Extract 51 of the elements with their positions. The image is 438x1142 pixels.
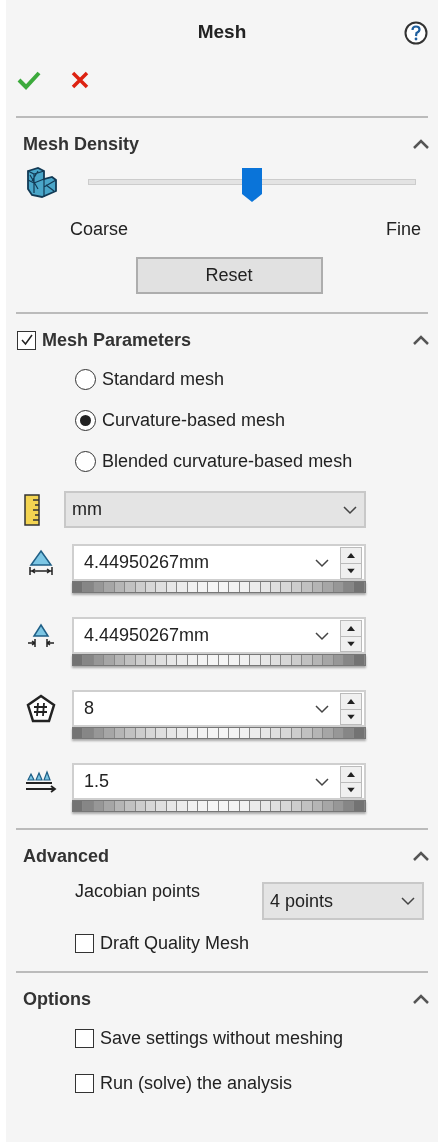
dropdown-caret-icon[interactable] xyxy=(342,504,358,515)
unit-dropdown[interactable]: mm xyxy=(64,491,366,528)
coarse-label: Coarse xyxy=(70,218,129,241)
tolerance-icon xyxy=(27,622,55,649)
section-heading: Mesh Parameters xyxy=(42,328,192,352)
dropdown-caret-icon[interactable] xyxy=(314,703,330,714)
collapse-icon[interactable] xyxy=(412,993,430,1005)
mesh-blocks-icon xyxy=(24,165,58,199)
thumbwheel[interactable] xyxy=(72,800,366,812)
section-heading: Mesh Density xyxy=(23,132,140,156)
checkbox[interactable] xyxy=(75,1074,94,1093)
section-heading: Advanced xyxy=(23,844,110,868)
checkbox[interactable] xyxy=(75,1029,94,1048)
checkbox-label: Draft Quality Mesh xyxy=(100,932,250,955)
radio-label: Curvature-based mesh xyxy=(102,409,286,432)
checkbox[interactable] xyxy=(75,934,94,953)
checkbox-label: Save settings without meshing xyxy=(100,1027,344,1050)
jacobian-dropdown[interactable]: 4 points xyxy=(262,882,424,920)
collapse-icon[interactable] xyxy=(412,138,430,150)
value-spin-field[interactable]: 1.5 xyxy=(72,763,366,800)
collapse-icon[interactable] xyxy=(412,850,430,862)
thumbwheel[interactable] xyxy=(72,727,366,739)
cancel-x-icon[interactable] xyxy=(71,71,89,89)
value-spin-field[interactable]: 4.44950267mm xyxy=(72,617,366,654)
collapse-icon[interactable] xyxy=(412,334,430,346)
thumbwheel[interactable] xyxy=(72,581,366,593)
reset-button[interactable]: Reset xyxy=(135,257,323,294)
checkbox[interactable] xyxy=(17,330,36,350)
value-spin-field[interactable]: 4.44950267mm xyxy=(72,544,366,581)
radio-button[interactable] xyxy=(75,410,96,431)
radio-button[interactable] xyxy=(75,451,96,472)
ok-check-icon[interactable] xyxy=(17,70,41,90)
radio-button[interactable] xyxy=(75,369,96,390)
checkbox-label: Run (solve) the analysis xyxy=(100,1072,293,1095)
section-heading: Options xyxy=(23,987,91,1011)
panel-title: Mesh xyxy=(197,19,247,44)
dropdown-caret-icon[interactable] xyxy=(314,630,330,641)
dropdown-caret-icon[interactable] xyxy=(314,557,330,568)
dropdown-caret-icon[interactable] xyxy=(314,776,330,787)
slider-thumb[interactable] xyxy=(241,167,263,203)
element-size-icon xyxy=(28,548,54,577)
help-icon[interactable] xyxy=(404,21,428,45)
thumbwheel[interactable] xyxy=(72,654,366,666)
dropdown-caret-icon[interactable] xyxy=(400,896,416,906)
jacobian-label: Jacobian points xyxy=(75,880,201,903)
pentagon-hash-icon xyxy=(26,693,56,724)
growth-ratio-icon xyxy=(24,768,58,795)
value-spin-field[interactable]: 8 xyxy=(72,690,366,727)
radio-label: Blended curvature-based mesh xyxy=(102,450,353,473)
radio-label: Standard mesh xyxy=(102,368,225,391)
fine-label: Fine xyxy=(386,218,421,241)
